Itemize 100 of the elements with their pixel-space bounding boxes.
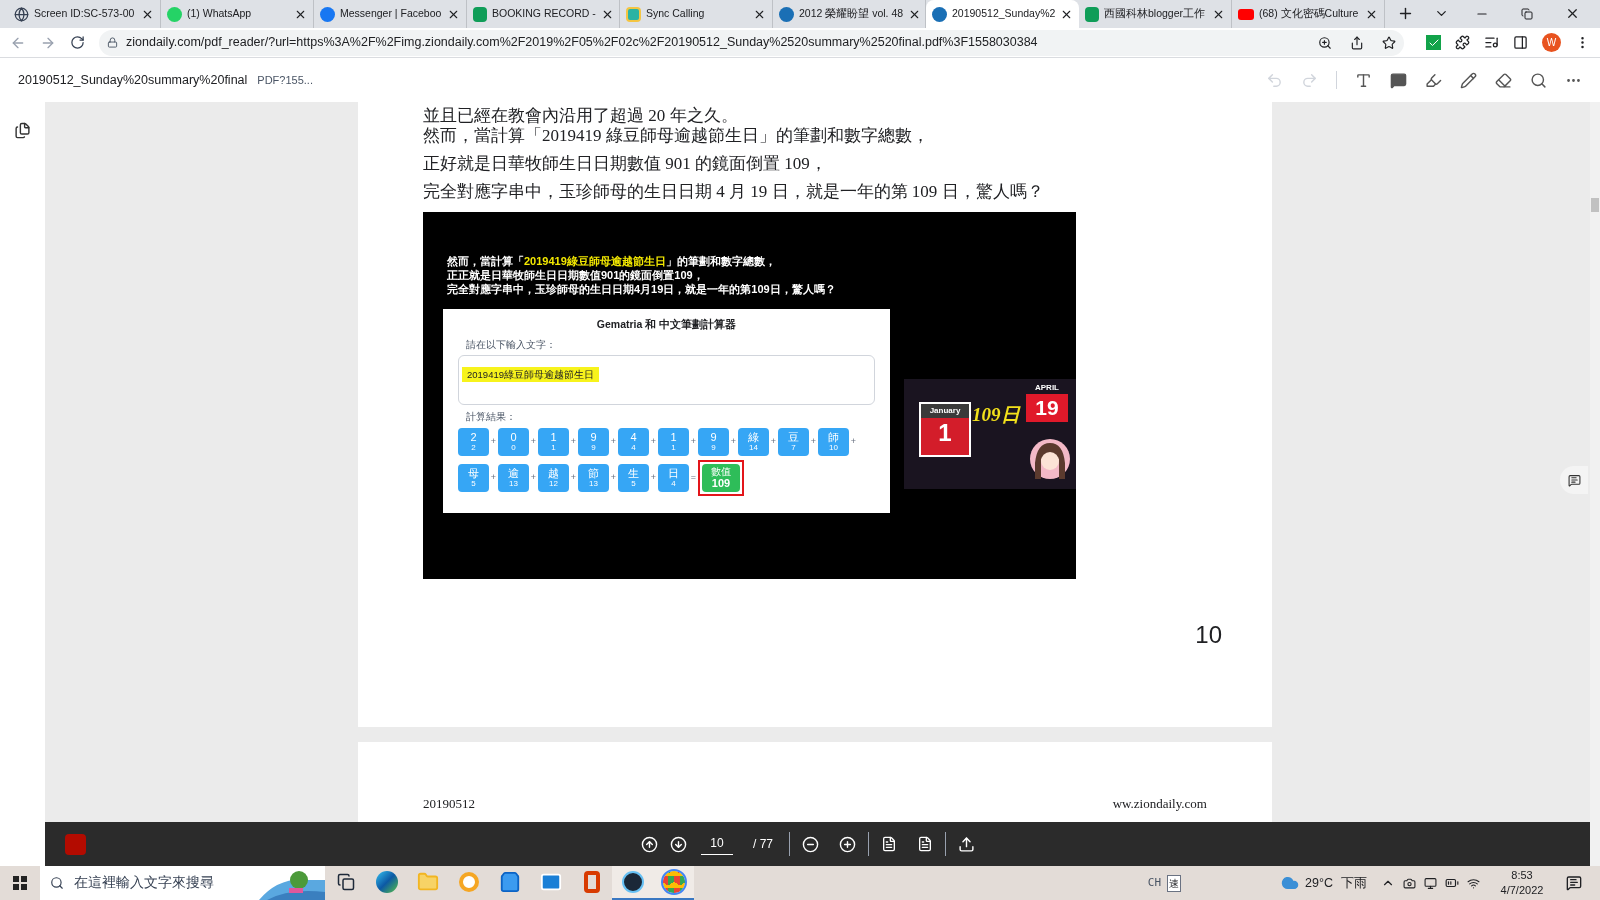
comments-toggle-button[interactable]	[1560, 466, 1588, 494]
operator: +	[609, 471, 618, 484]
stroke-tile: 逾 13	[498, 463, 529, 492]
browser-tab[interactable]: (68) 文化密碼Culture	[1232, 0, 1385, 28]
operator: +	[649, 435, 658, 448]
browser-tab[interactable]: Sync Calling	[620, 0, 773, 28]
side-panel-icon[interactable]	[1513, 35, 1528, 50]
operator: +	[609, 435, 618, 448]
restore-icon[interactable]	[1521, 8, 1533, 20]
scrollbar[interactable]	[1590, 102, 1600, 866]
task-view-icon[interactable]	[336, 873, 355, 891]
clock[interactable]: 8:53 4/7/2022	[1492, 868, 1552, 898]
operator: +	[489, 471, 498, 484]
temperature[interactable]: 29°C	[1305, 873, 1333, 893]
fit-page-icon[interactable]	[917, 836, 933, 852]
operator: +	[769, 435, 778, 448]
document-subtitle: PDF?155...	[257, 72, 313, 88]
stroke-tile: 越 12	[538, 463, 569, 492]
eraser-icon[interactable]	[1495, 71, 1512, 89]
stroke-tile: 節 13	[578, 463, 609, 492]
stroke-tile: 1 1	[658, 427, 689, 456]
operator: =	[689, 471, 698, 484]
body-text: 並且已經在教會內沿用了超過 20 年之久。	[423, 105, 739, 122]
total-tile: 數值 109	[698, 459, 744, 496]
camera-icon[interactable]	[1403, 876, 1416, 890]
body-text: 然而，當計算「2019419 綠豆師母逾越節生日」的筆劃和數字總數，	[423, 125, 930, 147]
pages-icon[interactable]	[14, 122, 31, 139]
taskbar-app[interactable]	[612, 866, 653, 900]
highlighter-icon[interactable]	[1425, 71, 1442, 89]
wifi-icon[interactable]	[1467, 876, 1480, 890]
zoom-in-icon[interactable]	[839, 835, 856, 853]
page-input[interactable]: 10	[701, 833, 733, 855]
ime-mode[interactable]: 速	[1167, 874, 1182, 892]
display-icon[interactable]	[1424, 876, 1437, 890]
footer-text: ww.ziondaily.com	[1112, 795, 1207, 813]
profile-avatar[interactable]: W	[1542, 33, 1561, 52]
operator: +	[729, 435, 738, 448]
close-icon[interactable]	[1565, 6, 1580, 21]
mail-icon[interactable]	[539, 871, 562, 893]
weather-text[interactable]: 下雨	[1341, 873, 1367, 893]
store-icon[interactable]	[498, 871, 521, 893]
tab-title: 2012 榮耀盼望 vol. 48	[799, 6, 904, 22]
stroke-tile: 9 9	[698, 427, 729, 456]
fit-width-icon[interactable]	[881, 836, 897, 852]
check-extension-icon[interactable]	[1426, 35, 1441, 50]
slide-heading: 然而，當計算「2019419綠豆師母逾越節生日」的筆劃和數字總數，	[447, 254, 777, 268]
search-icon[interactable]	[1530, 71, 1547, 89]
share-icon[interactable]	[1350, 35, 1364, 50]
body-text: 完全對應字串中，玉珍師母的生日日期 4 月 19 日，就是一年的第 109 日，驚人嗎？	[423, 181, 1045, 203]
stroke-tile: 生 5	[618, 463, 649, 492]
previous-page-icon[interactable]	[641, 835, 658, 853]
stroke-tile: 豆 7	[778, 427, 809, 456]
browser-icon[interactable]	[375, 871, 398, 893]
stroke-tile: 師 10	[818, 427, 849, 456]
chrome-icon[interactable]	[662, 871, 685, 893]
slide-heading: 正正就是日華牧師生日日期數值901的鏡面倒置109，	[447, 268, 705, 282]
operator: +	[529, 471, 538, 484]
extensions-icon[interactable]	[1455, 35, 1470, 50]
next-page-icon[interactable]	[670, 835, 687, 853]
operator: +	[849, 435, 858, 448]
ime-indicator[interactable]: CH	[1147, 874, 1162, 892]
page-number: 10	[1195, 620, 1222, 650]
browser-tab[interactable]: 2012 榮耀盼望 vol. 48	[773, 0, 926, 28]
operator: +	[649, 471, 658, 484]
browser-tab[interactable]: (1) WhatsApp	[161, 0, 314, 28]
tab-title: Messenger | Faceboo	[340, 6, 442, 22]
text-tool-icon[interactable]	[1355, 71, 1372, 89]
reload-icon[interactable]	[70, 35, 85, 50]
search-icon	[50, 876, 64, 890]
notification-icon[interactable]	[1566, 875, 1582, 891]
stroke-tile: 9 9	[578, 427, 609, 456]
pencil-icon[interactable]	[1460, 71, 1477, 89]
comment-icon	[1567, 473, 1581, 487]
stroke-tile: 綠 14	[738, 427, 769, 456]
browser-tab[interactable]: BOOKING RECORD -	[467, 0, 620, 28]
bookmark-icon[interactable]	[1382, 35, 1396, 50]
calculator-title: Gematria 和 中文筆劃計算器	[595, 317, 738, 332]
browser-tab[interactable]: 20190512_Sunday%2	[926, 0, 1079, 28]
slide-heading: 完全對應字串中，玉珍師母的生日日期4月19日，就是一年的第109日，驚人嗎？	[447, 282, 837, 296]
operator: +	[569, 435, 578, 448]
media-icon[interactable]	[1484, 35, 1499, 50]
new-tab-icon[interactable]	[1397, 5, 1414, 22]
address-bar[interactable]: ziondaily.com/pdf_reader/?url=https%3A%2F%2Fimg.ziondaily.com%2F2019%2F05%2F02c%2F20190512_Sunday%2520summary%2520final.pdf%3F1558030384	[99, 29, 1404, 56]
stroke-tile: 2 2	[458, 427, 489, 456]
battery-icon[interactable]	[1445, 876, 1459, 890]
text-input-field[interactable]: 2019419綠豆師母逾越節生日	[458, 354, 875, 405]
browser-tab[interactable]: Screen ID:SC-573-00	[8, 0, 161, 28]
tab-title: Sync Calling	[646, 6, 706, 22]
comment-icon[interactable]	[1390, 71, 1407, 89]
weather-icon[interactable]	[1281, 874, 1300, 892]
browser-tab[interactable]: Messenger | Faceboo	[314, 0, 467, 28]
browser-tab[interactable]: 西國科林blogger工作	[1079, 0, 1232, 28]
operator: +	[809, 435, 818, 448]
zoom-icon[interactable]	[1318, 35, 1332, 50]
zoom-out-icon[interactable]	[802, 835, 819, 853]
stroke-tile: 0 0	[498, 427, 529, 456]
export-icon[interactable]	[958, 835, 975, 853]
result-label: 計算結果：	[466, 409, 517, 424]
globe-icon	[14, 6, 29, 22]
taskbar-search-field[interactable]: 在這裡輸入文字來搜尋	[40, 866, 325, 900]
